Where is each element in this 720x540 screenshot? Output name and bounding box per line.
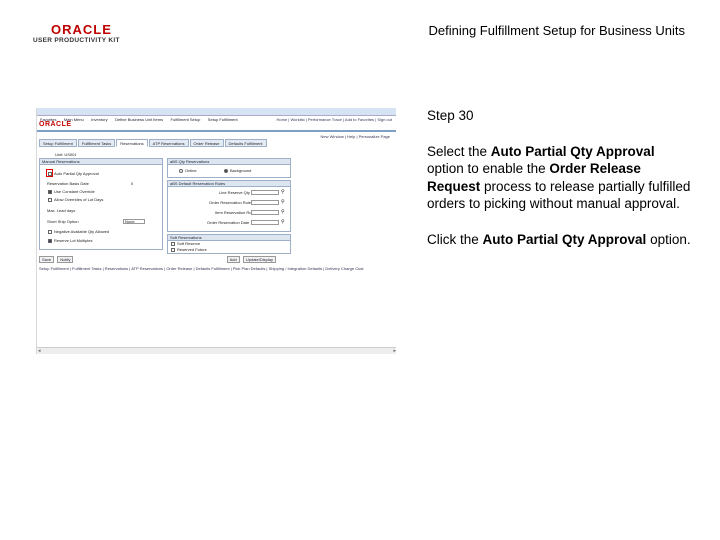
tab-defaults-fulfillment[interactable]: Defaults Fulfillment	[224, 139, 267, 147]
checkbox-label: Negative Available Qty Allowed	[54, 229, 110, 234]
horizontal-scrollbar[interactable]: ◂ ▸	[37, 347, 396, 354]
checkbox-label: Reserve Lot Multiples	[54, 238, 93, 243]
page-title: Defining Fulfillment Setup for Business …	[428, 23, 685, 38]
link-sign-out[interactable]: Sign out	[377, 117, 392, 122]
link-worklist[interactable]: Worklist	[290, 117, 304, 122]
field-label: Order Reservation Rule	[209, 200, 252, 205]
field-label: Item Reservation Rule	[215, 210, 255, 215]
tab-order-release[interactable]: Order Release	[189, 139, 224, 147]
checkbox-box[interactable]	[48, 229, 52, 234]
radio-button[interactable]	[224, 168, 228, 173]
add-button[interactable]: Add	[226, 256, 240, 263]
app-oracle-logo: ORACLE	[39, 121, 72, 128]
bold-span: Auto Partial Qty Approval	[482, 231, 647, 247]
text-span: Click the	[427, 231, 483, 247]
button-row: Save Notify Add Update/Display	[39, 256, 278, 263]
auto-partial-qty-approval-checkbox[interactable]: Auto Partial Qty Approval	[48, 171, 99, 176]
checkbox-box[interactable]	[48, 189, 52, 194]
checkbox-label: Soft Reserve	[177, 241, 201, 246]
search-icon[interactable]: ⚲	[281, 189, 285, 195]
order-reservation-input[interactable]	[251, 200, 279, 205]
update-display-button[interactable]: Update/Display	[242, 256, 276, 263]
negative-qty-checkbox[interactable]: Negative Available Qty Allowed	[48, 229, 109, 234]
page-tabs: Setup Fulfillment Fulfillment Tasks Rese…	[39, 139, 267, 147]
order-reservation-date-input[interactable]	[251, 220, 279, 225]
short-ship-value: None	[125, 219, 135, 224]
nav-item[interactable]: Define Business Unit Items	[115, 117, 163, 122]
reserved-future-checkbox[interactable]: Reserved Future	[171, 247, 207, 252]
instruction-paragraph: Select the Auto Partial Qty Approval opt…	[427, 143, 692, 213]
top-links: Home | Worklist | Performance Trace | Ad…	[276, 117, 393, 122]
text-span: option to enable the	[427, 161, 550, 176]
action-paragraph: Click the Auto Partial Qty Approval opti…	[427, 231, 692, 249]
checkbox-box[interactable]	[171, 247, 175, 252]
text-span: option.	[646, 231, 691, 247]
link-home[interactable]: Home	[277, 117, 288, 122]
bottom-page-links[interactable]: Setup Fulfillment | Fulfillment Tasks | …	[39, 266, 363, 271]
online-radio[interactable]: Online	[179, 168, 197, 173]
tab-fulfillment-tasks[interactable]: Fulfillment Tasks	[77, 139, 116, 147]
checkbox-label: Allow Overrides of Lot Days	[54, 197, 104, 202]
radio-label: Online	[185, 168, 197, 173]
save-button[interactable]: Save	[39, 256, 55, 263]
tab-setup-fulfillment[interactable]: Setup Fulfillment	[39, 139, 77, 147]
link-performance-trace[interactable]: Performance Trace	[308, 117, 342, 122]
allow-overrides-checkbox[interactable]: Allow Overrides of Lot Days	[48, 197, 103, 202]
checkbox-box[interactable]	[48, 197, 52, 202]
checkbox-box[interactable]	[48, 238, 52, 243]
reserve-lot-multiples-checkbox[interactable]: Reserve Lot Multiples	[48, 238, 92, 243]
nav-bar: Favorites Main Menu Inventory Define Bus…	[37, 108, 396, 122]
new-window-links[interactable]: New Window | Help | Personalize Page	[321, 134, 390, 139]
reservation-basis-label: Reservation Basis Date	[47, 181, 89, 186]
line-reserve-input[interactable]	[251, 190, 279, 195]
scroll-left-icon[interactable]: ◂	[38, 348, 41, 354]
instruction-panel: Step 30 Select the Auto Partial Qty Appr…	[427, 107, 692, 266]
search-icon[interactable]: ⚲	[281, 199, 285, 205]
use-constant-checkbox[interactable]: Use Constant Override	[48, 189, 95, 194]
checkbox-label: Use Constant Override	[54, 189, 95, 194]
header-divider	[37, 130, 396, 132]
scroll-right-icon[interactable]: ▸	[393, 348, 396, 354]
unit-label: Unit: US001	[55, 152, 77, 157]
bold-span: Auto Partial Qty Approval	[490, 143, 655, 159]
text-span: Select the	[427, 143, 491, 159]
highlight-box	[46, 169, 53, 177]
logo-upk-text: USER PRODUCTIVITY KIT	[33, 37, 120, 44]
radio-button[interactable]	[179, 168, 183, 173]
search-icon[interactable]: ⚲	[281, 209, 285, 215]
step-number: Step 30	[427, 108, 474, 123]
radio-label: Background	[230, 168, 252, 173]
tab-reservations[interactable]: Reservations	[116, 139, 148, 147]
notify-button[interactable]: Notify	[57, 256, 74, 263]
field-label: Order Reservation Date	[207, 220, 250, 225]
reservation-basis-value: 0	[131, 181, 134, 186]
checkbox-box[interactable]	[171, 241, 175, 246]
checkbox-label: Auto Partial Qty Approval	[54, 171, 99, 176]
group-header: Manual Reservations	[40, 159, 162, 165]
short-ship-label: Short Ship Option	[47, 219, 79, 224]
application-screenshot: Favorites Main Menu Inventory Define Bus…	[36, 108, 396, 354]
background-radio[interactable]: Background	[224, 168, 251, 173]
link-add-favorites[interactable]: Add to Favorites	[345, 117, 374, 122]
soft-reserve-checkbox[interactable]: Soft Reserve	[171, 241, 200, 246]
nav-item[interactable]: Inventory	[91, 117, 107, 122]
item-reservation-input[interactable]	[251, 210, 279, 215]
group-header: aBS Qty Reservations	[168, 159, 290, 165]
group-header: aBS Default Reservation Rules	[168, 181, 290, 187]
checkbox-label: Reserved Future	[177, 247, 207, 252]
oracle-upk-logo: ORACLE USER PRODUCTIVITY KIT	[33, 22, 133, 48]
tab-atp-reservations[interactable]: ATP Reservations	[148, 139, 189, 147]
search-icon[interactable]: ⚲	[281, 219, 285, 225]
nav-item[interactable]: Setup Fulfillment	[208, 117, 238, 122]
logo-oracle-text: ORACLE	[51, 22, 112, 37]
max-days-label: Max. Lead days	[47, 208, 76, 213]
nav-item[interactable]: Fulfillment Setup	[171, 117, 201, 122]
